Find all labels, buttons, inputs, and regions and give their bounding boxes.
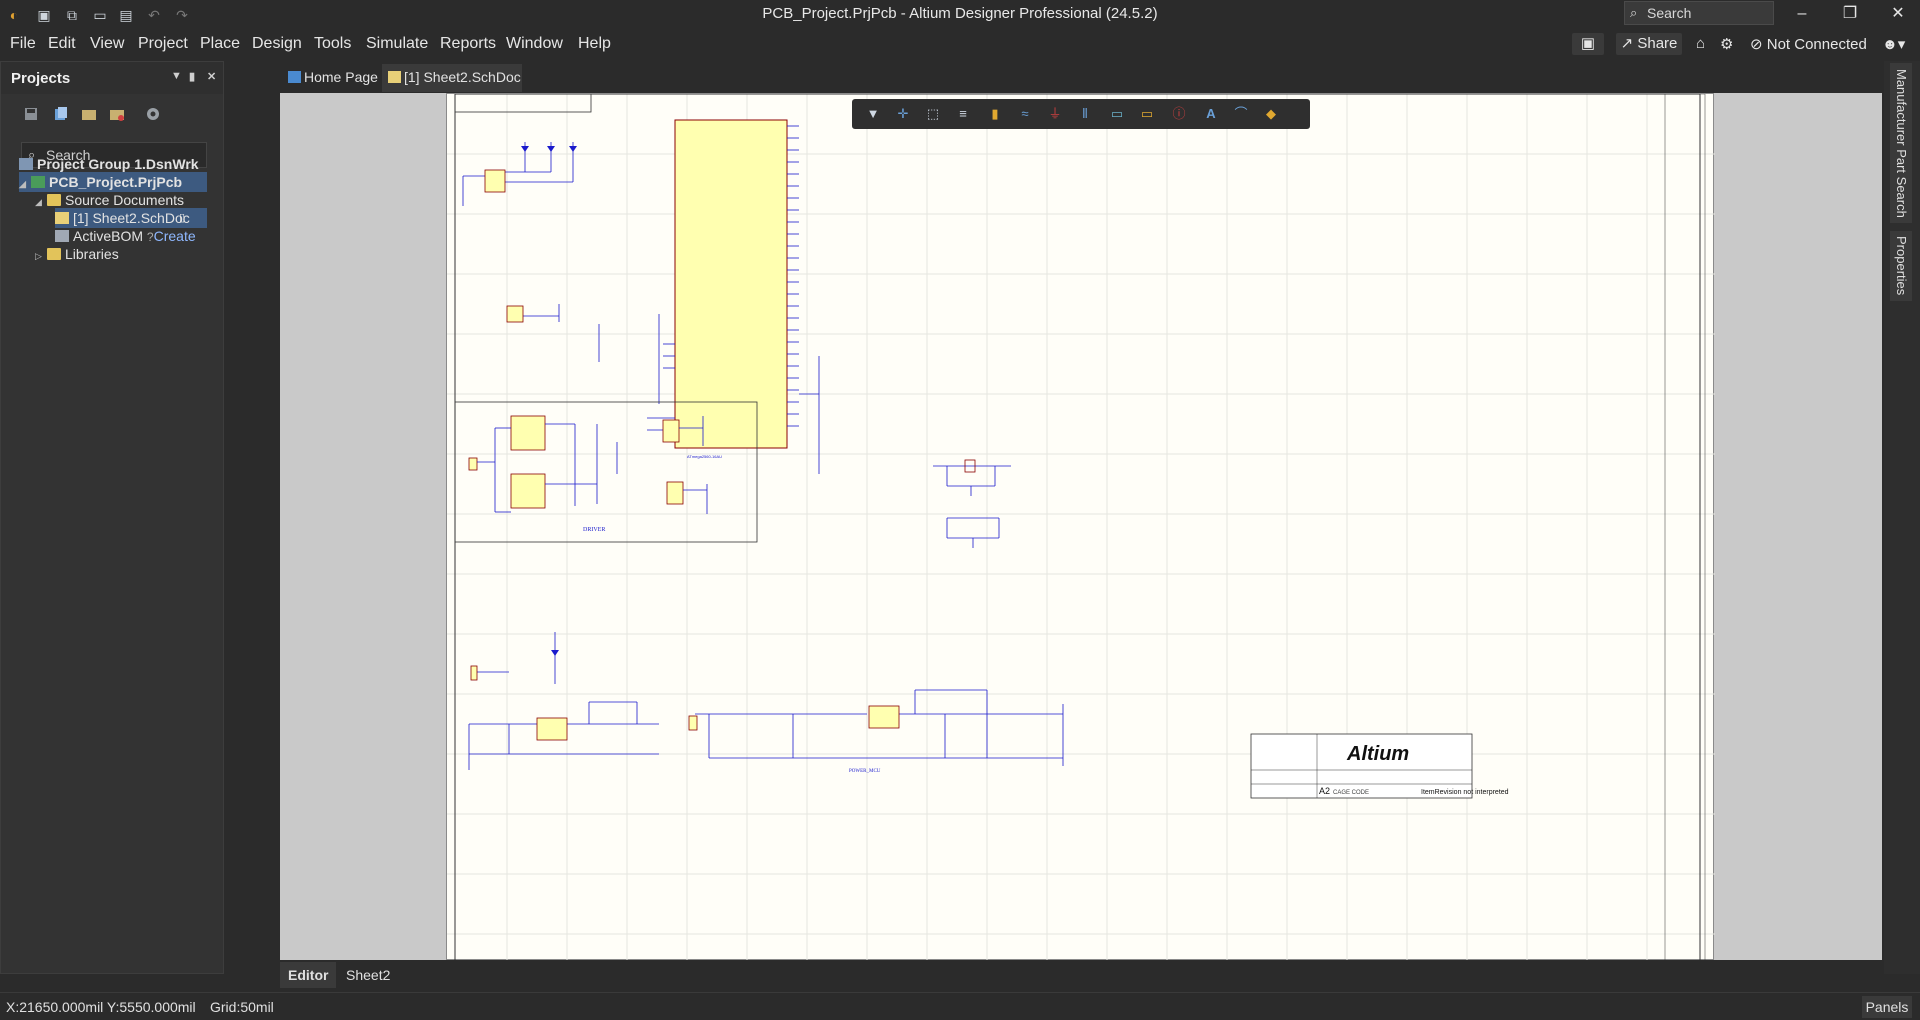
folder-icon [47,194,61,206]
right-panels-rail: Manufacturer Part Search Properties [1884,61,1920,974]
save-project-icon[interactable] [23,106,41,122]
tree-item-project-group[interactable]: Project Group 1.DsnWrk [19,154,199,174]
menu-window[interactable]: Window [506,35,563,53]
tab-editor[interactable]: Editor [280,962,337,988]
share-icon: ↗ [1620,35,1638,52]
panels-button[interactable]: Panels [1862,996,1912,1018]
minimize-icon[interactable]: – [1782,0,1822,28]
user-icon[interactable]: ☻▾ [1882,35,1905,53]
filter-icon[interactable]: ▼ [864,105,882,123]
power-port-icon[interactable]: ⏚ [1046,105,1064,123]
document-status-icon: ▯ [179,212,186,224]
cursor-coordinates: X:21650.000mil Y:5550.000mil [6,999,196,1015]
projects-panel-header: Projects ▼ ▮ ✕ [1,62,223,94]
schematic-drawing: ATmega2560-16AU DRIVER POWER_MCU Altium … [447,93,1715,960]
menu-help[interactable]: Help [578,35,611,53]
tree-item-source-documents[interactable]: ◢ Source Documents [35,190,184,210]
schematic-doc-icon [388,71,401,83]
port-icon[interactable]: ▭ [1138,105,1156,123]
pin-icon[interactable]: ▮ [189,70,195,83]
schematic-sheet[interactable]: ATmega2560-16AU DRIVER POWER_MCU Altium … [446,93,1715,960]
tree-item-sheet2[interactable]: [1] Sheet2.SchDoc ▯ [55,208,207,228]
title-block-size: A2 [1319,786,1330,796]
connection-status[interactable]: ⊘ Not Connected [1750,35,1867,53]
menu-view[interactable]: View [90,35,124,53]
create-bom-link[interactable]: Create [154,228,196,244]
directive-icon[interactable]: ⓘ [1170,105,1188,123]
pcb-project-icon [31,176,45,188]
menu-tools[interactable]: Tools [314,35,351,53]
cloud-off-icon: ⊘ [1750,36,1767,53]
text-icon[interactable]: A [1202,105,1220,123]
place-part-icon[interactable]: ▮ [986,105,1004,123]
driver-label: DRIVER [583,527,605,533]
global-search-placeholder: Search [1647,5,1692,21]
tab-home-page[interactable]: Home Page [282,64,382,92]
gear-icon[interactable]: ⚙ [1720,35,1733,53]
menu-file[interactable]: File [10,35,36,53]
wire-icon[interactable]: ≈ [1016,105,1034,123]
restore-icon[interactable]: ❐ [1830,0,1870,28]
projects-toolbar [1,94,223,134]
move-icon[interactable]: ✛ [894,105,912,123]
title-block-note: ItemRevision not interpreted [1421,789,1509,796]
tree-item-pcb-project[interactable]: ◢ PCB_Project.PrjPcb [19,172,207,192]
help-icon[interactable]: ? [147,230,154,244]
menu-reports[interactable]: Reports [440,35,496,53]
tab-sheet2-bottom[interactable]: Sheet2 [338,962,398,988]
expand-arrow-icon[interactable]: ◢ [35,192,47,212]
menu-design[interactable]: Design [252,35,302,53]
tab-properties[interactable]: Properties [1890,231,1912,301]
menu-place[interactable]: Place [200,35,240,53]
bus-icon[interactable]: ⫴ [1076,105,1094,123]
folder-icon [47,248,61,260]
menu-project[interactable]: Project [138,35,188,53]
open-folder-project-icon[interactable] [81,106,99,122]
tab-sheet2[interactable]: [1] Sheet2.SchDoc [382,64,522,92]
tree-item-libraries[interactable]: ▷ Libraries [35,244,119,264]
close-panel-icon[interactable]: ✕ [207,70,216,83]
home-icon [288,71,301,83]
mcu-label: ATmega2560-16AU [687,454,722,459]
menu-edit[interactable]: Edit [48,35,76,53]
feedback-icon[interactable]: ▣ [1572,33,1604,55]
bom-doc-icon [55,230,69,242]
tree-item-activebom[interactable]: ActiveBOM ?Create [55,226,196,246]
power-mcu-label: POWER_MCU [849,769,881,774]
share-button[interactable]: ↗ Share [1616,33,1682,55]
sheet-symbol-icon[interactable]: ▭ [1108,105,1126,123]
expand-arrow-icon[interactable]: ◢ [19,174,31,194]
title-block-cage: CAGE CODE [1333,790,1369,796]
menu-simulate[interactable]: Simulate [366,35,428,53]
projects-panel: Projects ▼ ▮ ✕ ⌕ Search Project Group 1.… [0,61,224,974]
search-icon: ⌕ [1630,5,1638,20]
workspace-icon [19,158,33,170]
tab-manufacturer-part-search[interactable]: Manufacturer Part Search [1890,63,1912,223]
title-block-logo: Altium [1346,743,1409,765]
align-icon[interactable]: ≡ [954,105,972,123]
projects-panel-title: Projects [11,70,71,87]
status-bar: X:21650.000mil Y:5550.000mil Grid:50mil … [0,992,1920,1020]
arc-icon[interactable]: ⌒ [1232,105,1250,123]
global-search-input[interactable]: ⌕ Search [1624,1,1774,25]
active-bar-toolbar: ▼ ✛ ⬚ ≡ ▮ ≈ ⏚ ⫴ ▭ ▭ ⓘ A ⌒ ◆ [852,99,1310,129]
settings-gear-icon[interactable] [145,106,163,122]
collapse-arrow-icon[interactable]: ▷ [35,246,47,266]
grid-size: Grid:50mil [210,999,274,1015]
menu-bar: File Edit View Project Place Design Tool… [0,29,1920,59]
close-project-icon[interactable] [109,106,127,122]
close-icon[interactable]: ✕ [1878,0,1918,28]
schematic-doc-icon [55,212,69,224]
harness-icon[interactable]: ◆ [1262,105,1280,123]
compile-icon[interactable] [53,106,71,122]
schematic-canvas[interactable]: ATmega2560-16AU DRIVER POWER_MCU Altium … [280,93,1882,960]
chevron-down-icon[interactable]: ▼ [171,70,182,82]
title-bar: ◐ ▣ ⧉ ▭ ▤ ↶ ↷ PCB_Project.PrjPcb - Altiu… [0,0,1920,29]
select-icon[interactable]: ⬚ [924,105,942,123]
home-icon[interactable]: ⌂ [1696,35,1705,52]
